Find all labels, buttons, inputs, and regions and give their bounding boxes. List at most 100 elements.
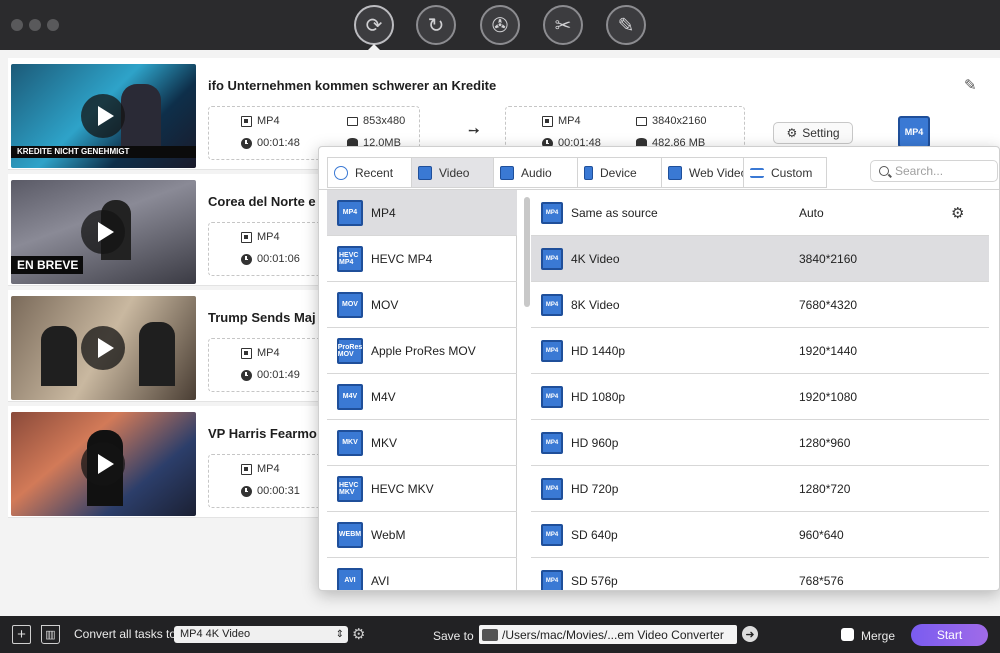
container-format-list: MP4 MP4 HEVC MP4 HEVC MP4 MOV MOV ProRes MO… [327, 190, 517, 590]
output-resolution-text: 3840x2160 [652, 115, 707, 127]
tab-audio[interactable]: Audio [493, 157, 577, 188]
format-name: M4V [371, 389, 396, 404]
tab-web-video[interactable]: Web Video [661, 157, 747, 188]
folder-icon [482, 628, 498, 641]
tool-film-edit-button[interactable]: ✂ [543, 5, 583, 45]
film-icon [241, 115, 252, 127]
tab-custom[interactable]: Custom [743, 157, 827, 188]
tool-convert-button[interactable]: ⟳ [354, 5, 394, 45]
format-item-prores-mov[interactable]: ProRes MOV Apple ProRes MOV [327, 328, 517, 374]
preset-item[interactable]: MP4 HD 1080p 1920*1080 [531, 374, 989, 420]
format-item-mov[interactable]: MOV MOV [327, 282, 517, 328]
format-name: WebM [371, 527, 406, 542]
clock-icon [241, 137, 252, 149]
preset-resolution: 768*576 [799, 573, 844, 588]
preset-item[interactable]: MP4 SD 640p 960*640 [531, 512, 989, 558]
film-edit-icon: ✂ [554, 14, 572, 37]
preset-item[interactable]: MP4 8K Video 7680*4320 [531, 282, 989, 328]
preset-resolution: 960*640 [799, 527, 844, 542]
play-icon[interactable] [81, 210, 125, 254]
bottom-bar: + ▥ Convert all tasks to MP4 4K Video ⚙ … [0, 616, 1000, 653]
output-format: MP4 [542, 115, 581, 127]
phone-icon [584, 165, 593, 180]
format-search-input[interactable]: Search... [870, 160, 998, 182]
setting-button[interactable]: ⚙ Setting [773, 122, 853, 144]
presenter-figure [121, 84, 161, 154]
preset-name: HD 1080p [571, 389, 626, 404]
source-format: MP4 [241, 347, 280, 359]
preset-item[interactable]: MP4 HD 960p 1280*960 [531, 420, 989, 466]
preset-item[interactable]: MP4 Same as source Auto ⚙ [531, 190, 989, 236]
format-name: MOV [371, 297, 399, 312]
window-minimize-button[interactable] [29, 19, 41, 31]
format-item-avi[interactable]: AVI AVI [327, 558, 517, 590]
setting-label: Setting [802, 126, 840, 140]
output-format-badge[interactable]: MP4 [898, 116, 930, 148]
preset-item[interactable]: MP4 HD 720p 1280*720 [531, 466, 989, 512]
window-zoom-button[interactable] [47, 19, 59, 31]
add-file-button[interactable]: + [12, 625, 31, 644]
source-duration: 00:00:31 [241, 485, 300, 497]
tool-rotate-button[interactable]: ↻ [416, 5, 456, 45]
play-icon[interactable] [81, 326, 125, 370]
mp4-format-icon: MP4 [541, 201, 563, 224]
window-close-button[interactable] [11, 19, 23, 31]
m4v-format-icon: M4V [337, 383, 363, 410]
format-item-mkv[interactable]: MKV MKV [327, 420, 517, 466]
film-reel-icon: ✇ [491, 14, 509, 37]
open-folder-arrow-icon[interactable]: ➜ [742, 626, 758, 642]
task-title: ifo Unternehmen kommen schwerer an Kredi… [208, 78, 497, 93]
merge-checkbox[interactable] [841, 628, 854, 641]
source-format-text: MP4 [257, 231, 280, 243]
hevc-mp4-format-icon: HEVC MP4 [337, 245, 363, 272]
source-format: MP4 [241, 231, 280, 243]
clock-icon [241, 253, 252, 265]
preset-name: HD 720p [571, 481, 619, 496]
start-button[interactable]: Start [911, 624, 988, 646]
tab-recent[interactable]: Recent [327, 157, 411, 188]
tool-film-reel-button[interactable]: ✇ [480, 5, 520, 45]
tab-label: Recent [355, 165, 394, 180]
mp4-format-icon: MP4 [541, 523, 563, 546]
gear-icon[interactable]: ⚙ [951, 204, 964, 222]
rotate-convert-icon: ↻ [427, 14, 445, 37]
film-icon [241, 347, 252, 359]
video-thumbnail[interactable]: EN BREVE [11, 180, 196, 284]
mp4-format-icon: MP4 [541, 293, 563, 316]
preset-item[interactable]: MP4 HD 1440p 1920*1440 [531, 328, 989, 374]
preset-item[interactable]: MP4 SD 576p 768*576 [531, 558, 989, 590]
preset-item[interactable]: MP4 4K Video 3840*2160 [531, 236, 989, 282]
source-format-text: MP4 [257, 115, 280, 127]
play-icon[interactable] [81, 442, 125, 486]
format-item-webm[interactable]: WEBM WebM [327, 512, 517, 558]
format-item-hevc-mkv[interactable]: HEVC MKV HEVC MKV [327, 466, 517, 512]
format-list-scrollbar[interactable] [524, 197, 530, 307]
video-thumbnail[interactable] [11, 412, 196, 516]
delete-button[interactable]: ▥ [41, 625, 60, 644]
search-icon [879, 166, 889, 176]
tab-label: Web Video [689, 165, 748, 180]
person-figure [139, 322, 175, 386]
video-thumbnail[interactable] [11, 296, 196, 400]
preset-name: Same as source [571, 205, 658, 220]
convert-icon: ⟳ [365, 14, 383, 37]
format-name: HEVC MKV [371, 481, 434, 496]
mp4-format-icon: MP4 [541, 385, 563, 408]
tab-device[interactable]: Device [577, 157, 661, 188]
mp4-format-icon: MP4 [541, 339, 563, 362]
save-path-field[interactable]: /Users/mac/Movies/...em Video Converter [479, 625, 737, 644]
format-item-hevc-mp4[interactable]: HEVC MP4 HEVC MP4 [327, 236, 517, 282]
thumbnail-caption: KREDITE NICHT GENEHMIGT [17, 147, 130, 156]
film-icon [542, 115, 553, 127]
convert-all-format-select[interactable]: MP4 4K Video [174, 626, 348, 643]
gear-icon[interactable]: ⚙ [352, 625, 365, 643]
tab-video[interactable]: Video [411, 157, 493, 188]
tool-film-tools-button[interactable]: ✎ [606, 5, 646, 45]
format-item-m4v[interactable]: M4V M4V [327, 374, 517, 420]
edit-pencil-icon[interactable]: ✎ [964, 76, 977, 94]
format-name: Apple ProRes MOV [371, 343, 476, 358]
film-tools-icon: ✎ [617, 14, 635, 37]
play-icon[interactable] [81, 94, 125, 138]
format-item-mp4[interactable]: MP4 MP4 [327, 190, 517, 236]
video-thumbnail[interactable]: KREDITE NICHT GENEHMIGT [11, 64, 196, 168]
